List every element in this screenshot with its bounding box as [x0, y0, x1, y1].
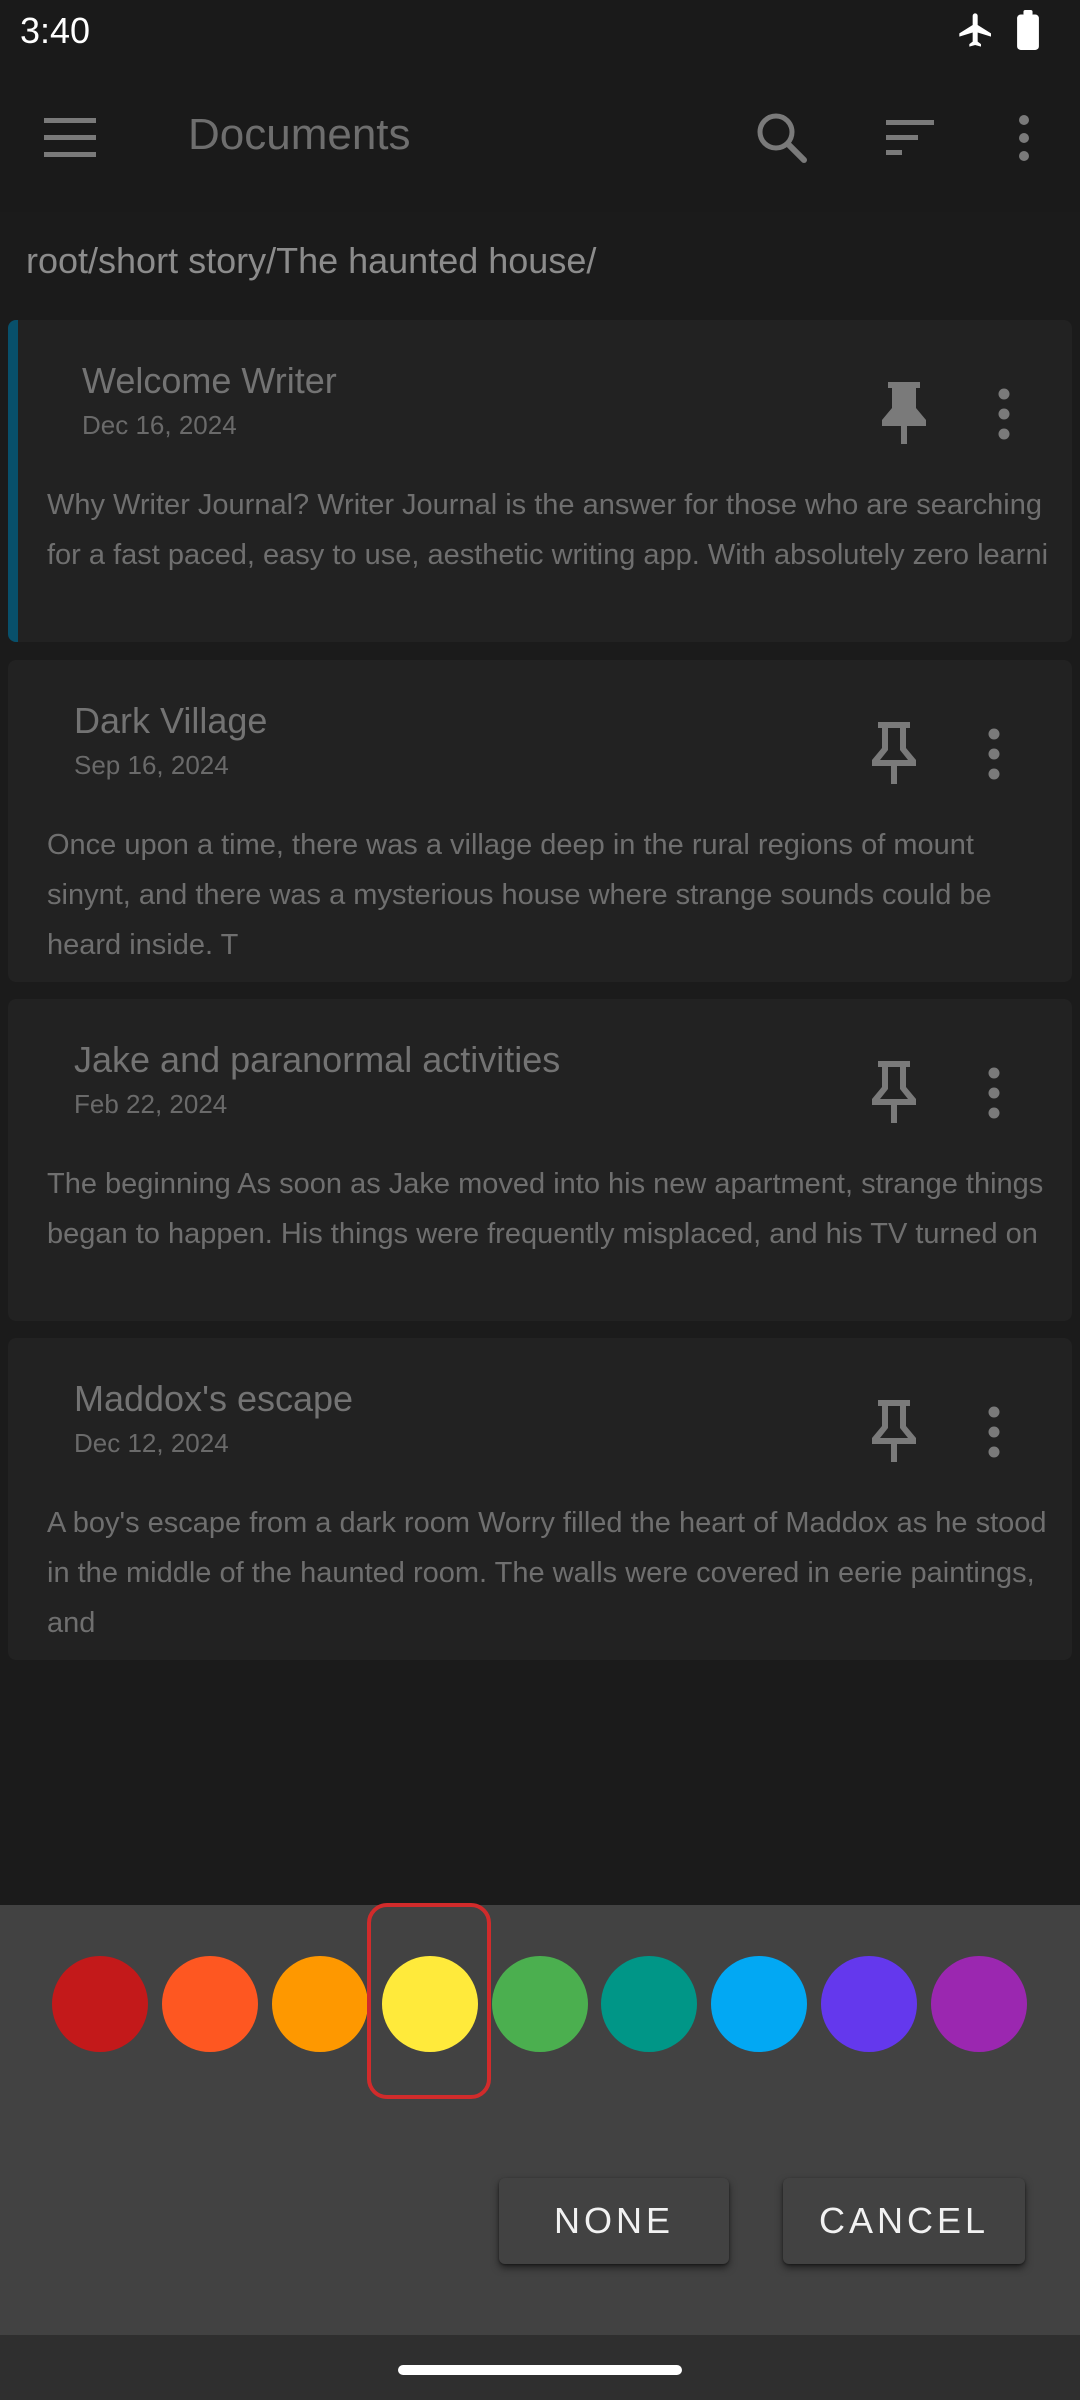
document-more-button[interactable]: [974, 1063, 1014, 1123]
document-title: Jake and paranormal activities: [74, 1039, 561, 1080]
screen: 3:40 Documents root/short story/The haun…: [0, 0, 1080, 2400]
document-more-button[interactable]: [974, 1402, 1014, 1462]
color-swatch-indigo[interactable]: [821, 1956, 917, 2052]
more-vert-icon: [1019, 115, 1029, 161]
document-date: Feb 22, 2024: [74, 1089, 228, 1119]
color-swatch-green[interactable]: [492, 1956, 588, 2052]
document-title: Welcome Writer: [82, 360, 337, 401]
document-date: Dec 12, 2024: [74, 1428, 229, 1458]
document-more-button[interactable]: [984, 384, 1024, 444]
pin-outline-icon: [872, 722, 916, 784]
more-vert-icon: [988, 1406, 1000, 1458]
cancel-button[interactable]: CANCEL: [783, 2178, 1025, 2264]
sort-button[interactable]: [880, 106, 944, 170]
battery-icon: [1016, 10, 1040, 55]
status-bar: 3:40: [0, 0, 1080, 64]
overflow-menu-button[interactable]: [1000, 106, 1048, 170]
page-title: Documents: [188, 110, 411, 159]
document-card[interactable]: Welcome Writer Dec 16, 2024 Why Writer J…: [8, 320, 1072, 642]
color-swatch-yellow[interactable]: [382, 1956, 478, 2052]
color-swatch-purple[interactable]: [931, 1956, 1027, 2052]
document-title: Maddox's escape: [74, 1378, 354, 1419]
search-button[interactable]: [750, 106, 814, 170]
none-button[interactable]: NONE: [499, 2178, 729, 2264]
color-swatch-orange[interactable]: [272, 1956, 368, 2052]
color-picker-sheet: NONE CANCEL: [0, 1903, 1080, 2335]
sort-icon: [886, 120, 934, 155]
document-card[interactable]: Dark Village Sep 16, 2024 Once upon a ti…: [8, 660, 1072, 982]
document-date: Dec 16, 2024: [82, 410, 237, 440]
document-more-button[interactable]: [974, 724, 1014, 784]
color-swatch-light-blue[interactable]: [711, 1956, 807, 2052]
status-time: 3:40: [20, 10, 91, 51]
color-swatch-deep-orange[interactable]: [162, 1956, 258, 2052]
more-vert-icon: [988, 728, 1000, 780]
color-swatch-red[interactable]: [52, 1956, 148, 2052]
document-card[interactable]: Jake and paranormal activities Feb 22, 2…: [8, 999, 1072, 1321]
pin-button[interactable]: [866, 1396, 922, 1466]
pin-outline-icon: [872, 1400, 916, 1462]
document-preview: The beginning As soon as Jake moved into…: [47, 1168, 1044, 1250]
navigation-bar: [0, 2335, 1080, 2400]
pin-filled-icon: [882, 382, 926, 444]
document-card[interactable]: Maddox's escape Dec 12, 2024 A boy's esc…: [8, 1338, 1072, 1660]
hamburger-menu-icon: [44, 118, 96, 157]
more-vert-icon: [988, 1067, 1000, 1119]
document-date: Sep 16, 2024: [74, 750, 229, 780]
breadcrumb: root/short story/The haunted house/: [26, 240, 597, 281]
menu-button[interactable]: [40, 108, 100, 168]
color-swatch-teal[interactable]: [601, 1956, 697, 2052]
app-bar: Documents: [0, 64, 1080, 212]
home-gesture-handle[interactable]: [398, 2365, 682, 2375]
pin-outline-icon: [872, 1061, 916, 1123]
pin-button[interactable]: [876, 378, 932, 448]
document-title: Dark Village: [74, 700, 268, 741]
pin-button[interactable]: [866, 1057, 922, 1127]
document-preview: Once upon a time, there was a village de…: [47, 829, 992, 961]
search-icon: [757, 113, 807, 163]
status-icons: [956, 10, 1040, 55]
document-preview: A boy's escape from a dark room Worry fi…: [47, 1507, 1047, 1639]
pin-button[interactable]: [866, 718, 922, 788]
document-preview: Why Writer Journal? Writer Journal is th…: [47, 489, 1049, 571]
airplane-mode-icon: [956, 10, 996, 55]
more-vert-icon: [998, 388, 1010, 440]
